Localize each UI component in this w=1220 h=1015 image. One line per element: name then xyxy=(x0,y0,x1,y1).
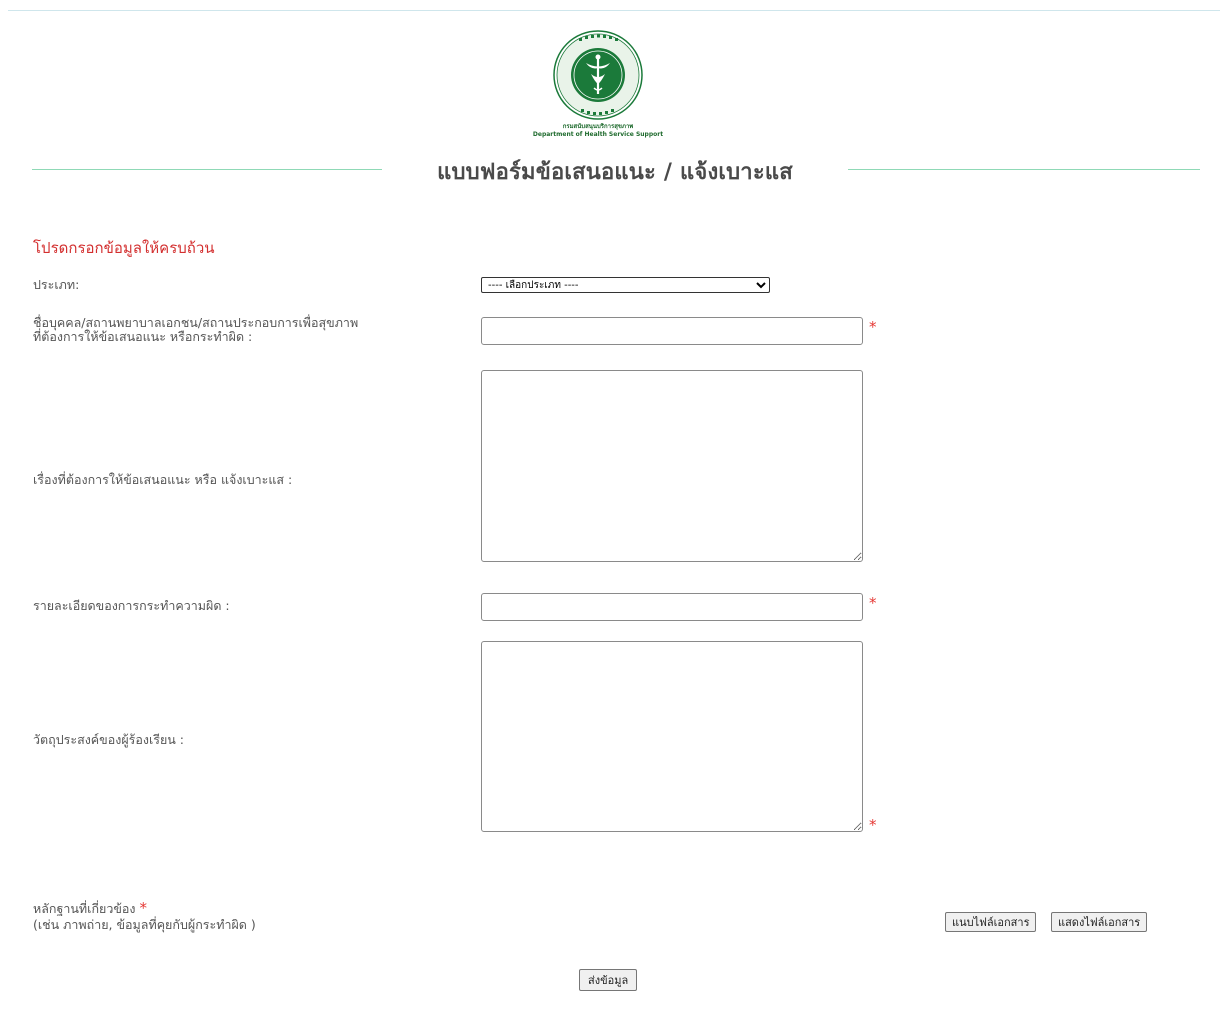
person-name-label: ชื่อบุคคล/สถานพยาบาลเอกชน/สถานประกอบการเ… xyxy=(33,316,358,344)
required-star: * xyxy=(869,594,877,612)
ministry-logo xyxy=(553,30,643,120)
required-notice: โปรดกรอกข้อมูลให้ครบถ้วน xyxy=(33,239,215,257)
details-input[interactable] xyxy=(481,593,863,621)
evidence-label-text: หลักฐานที่เกี่ยวข้อง xyxy=(33,901,136,916)
subject-textarea[interactable] xyxy=(481,370,863,562)
submit-button[interactable]: ส่งข้อมูล xyxy=(579,969,638,991)
org-name-thai: กรมสนับสนุนบริการสุขภาพ xyxy=(562,123,634,130)
required-star: * xyxy=(869,816,877,834)
purpose-textarea[interactable] xyxy=(481,641,863,832)
subject-label: เรื่องที่ต้องการให้ข้อเสนอแนะ หรือ แจ้งเ… xyxy=(33,472,293,487)
evidence-hint: (เช่น ภาพถ่าย, ข้อมูลที่คุยกับผู้กระทำผิ… xyxy=(33,917,256,932)
person-name-input[interactable] xyxy=(481,317,863,345)
title-divider-right xyxy=(848,169,1200,170)
evidence-label: หลักฐานที่เกี่ยวข้อง * xyxy=(33,901,147,916)
required-star: * xyxy=(139,899,148,917)
person-name-label-line2: ที่ต้องการให้ข้อเสนอแนะ หรือกระทำผิด : xyxy=(33,329,253,344)
type-select[interactable]: ---- เลือกประเภท ---- xyxy=(481,277,770,293)
person-name-label-line1: ชื่อบุคคล/สถานพยาบาลเอกชน/สถานประกอบการเ… xyxy=(33,315,359,330)
caduceus-seal-icon xyxy=(553,30,643,120)
show-files-button[interactable]: แสดงไฟล์เอกสาร xyxy=(1051,912,1148,932)
top-border xyxy=(8,10,1220,11)
org-name-english: Department of Health Service Support xyxy=(532,131,664,138)
details-label: รายละเอียดของการกระทำความผิด : xyxy=(33,598,230,613)
type-label: ประเภท: xyxy=(33,277,80,292)
attach-file-button[interactable]: แนบไฟล์เอกสาร xyxy=(945,912,1037,932)
required-star: * xyxy=(869,318,877,336)
title-divider-left xyxy=(32,169,382,170)
purpose-label: วัตถุประสงค์ของผู้ร้องเรียน : xyxy=(33,732,185,747)
page-title: แบบฟอร์มข้อเสนอแนะ / แจ้งเบาะแส xyxy=(437,160,793,185)
